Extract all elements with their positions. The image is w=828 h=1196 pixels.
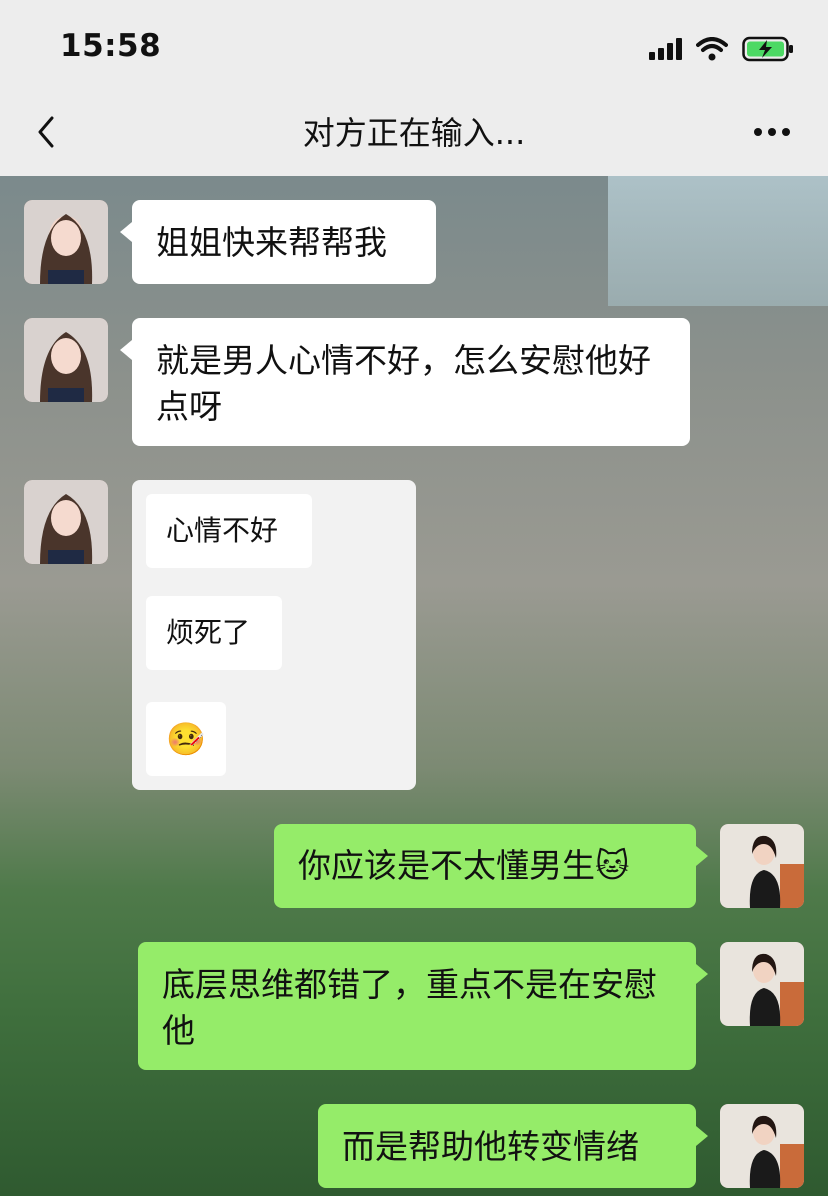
bubble-tail (696, 964, 708, 984)
user-avatar[interactable] (720, 824, 804, 908)
chat-title: 对方正在输入... (302, 114, 526, 152)
bubble-tail (120, 222, 132, 242)
quoted-message: 烦死了 (146, 596, 282, 670)
quoted-emoji-sick: 🤒 (146, 702, 226, 776)
bubble-tail (120, 340, 132, 360)
message-bubble-outgoing[interactable]: 底层思维都错了，重点不是在安慰他 (138, 942, 696, 1070)
signal-icon (649, 38, 682, 60)
contact-avatar[interactable] (24, 200, 108, 284)
contact-avatar[interactable] (24, 480, 108, 564)
message-bubble-outgoing[interactable]: 你应该是不太懂男生🐱 (274, 824, 696, 908)
quoted-message: 心情不好 (146, 494, 312, 568)
more-options-icon[interactable] (752, 122, 792, 142)
message-bubble-outgoing[interactable]: 而是帮助他转变情绪 (318, 1104, 696, 1188)
message-bubble-incoming[interactable]: 姐姐快来帮帮我 (132, 200, 436, 284)
chat-area[interactable]: 姐姐快来帮帮我 就是男人心情不好，怎么安慰他好点呀 心情不好 烦死了 🤒 你应该… (0, 176, 828, 1196)
status-icons (649, 34, 794, 64)
wifi-icon (696, 37, 728, 61)
status-time: 15:58 (60, 28, 162, 64)
forwarded-messages-card[interactable]: 心情不好 烦死了 🤒 (132, 480, 416, 790)
background-sky (608, 176, 828, 306)
user-avatar[interactable] (720, 942, 804, 1026)
bubble-tail (696, 1126, 708, 1146)
contact-avatar[interactable] (24, 318, 108, 402)
battery-icon (742, 36, 793, 62)
message-bubble-incoming[interactable]: 就是男人心情不好，怎么安慰他好点呀 (132, 318, 690, 446)
user-avatar[interactable] (720, 1104, 804, 1188)
bubble-tail (696, 846, 708, 866)
top-bar: 15:58 对方正在输入... (0, 0, 828, 176)
